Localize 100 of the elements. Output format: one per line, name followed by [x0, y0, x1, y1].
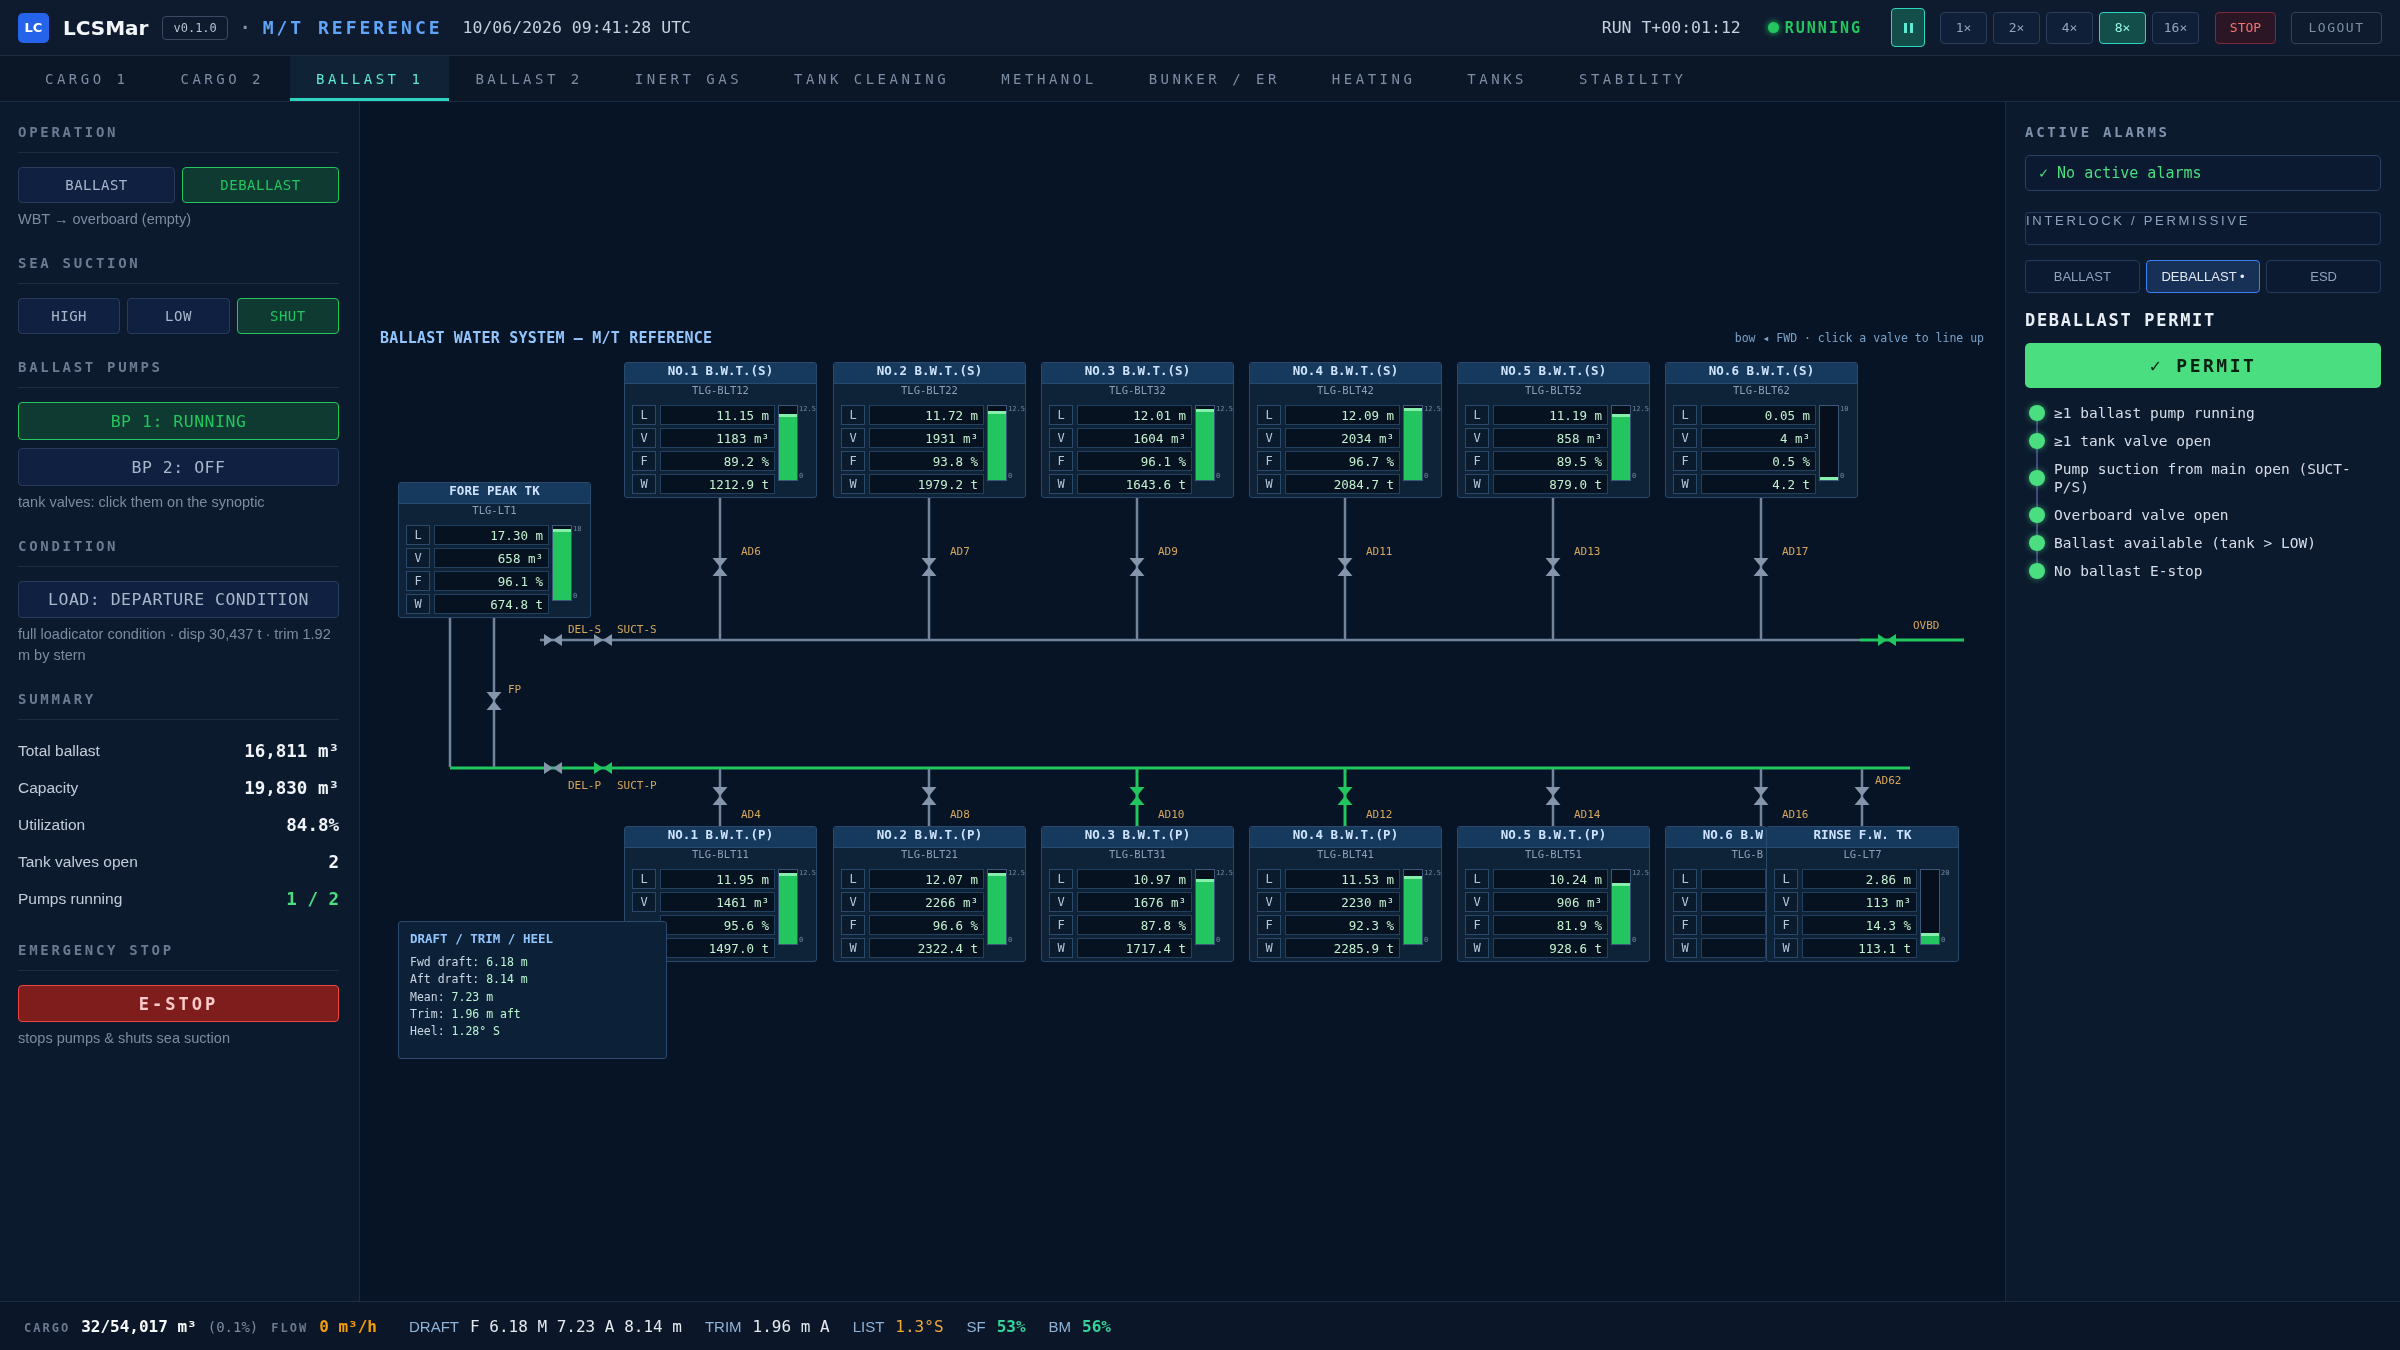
tab[interactable]: BUNKER / ER — [1122, 56, 1306, 101]
tank-name: FORE PEAK TK — [399, 483, 590, 504]
mode-button[interactable]: HIGH — [18, 298, 121, 334]
tank-name: NO.4 B.W.T.(P) — [1250, 827, 1441, 848]
speed-button[interactable]: 2× — [1993, 11, 2040, 44]
tab[interactable]: CARGO 1 — [19, 56, 155, 101]
panel-title: DRAFT / TRIM / HEEL — [410, 930, 554, 948]
section-title: EMERGENCY STOP — [18, 942, 339, 971]
valve-icon[interactable] — [1129, 787, 1145, 805]
param-value: 4 m³ — [1701, 428, 1816, 448]
e-stop-button[interactable]: E-STOP — [18, 985, 339, 1022]
param-label: V — [1465, 428, 1489, 448]
param-value: 879.0 t — [1493, 474, 1608, 494]
param-label: W — [841, 938, 865, 958]
section-title: INTERLOCK / PERMISSIVE — [2025, 212, 2381, 245]
tab[interactable]: TANK CLEANING — [768, 56, 976, 101]
valve-icon[interactable] — [594, 762, 612, 774]
param-value: 2266 m³ — [869, 892, 984, 912]
valve-icon[interactable] — [486, 692, 502, 710]
tab[interactable]: BALLAST 1 — [290, 56, 450, 101]
valve-icon[interactable] — [1753, 787, 1769, 805]
valve-icon[interactable] — [1854, 787, 1870, 805]
valve-icon[interactable] — [1545, 787, 1561, 805]
valve-icon[interactable] — [1337, 558, 1353, 576]
status-label: DRAFT — [409, 1317, 459, 1335]
diagram-title: BALLAST WATER SYSTEM — M/T REFERENCE — [380, 328, 713, 348]
pause-button[interactable] — [1891, 8, 1925, 47]
tab[interactable]: INERT GAS — [608, 56, 769, 101]
status-extra: (0.1%) — [207, 1318, 259, 1335]
valve-icon[interactable] — [1337, 787, 1353, 805]
pump-button[interactable]: BP 1: RUNNING — [18, 402, 339, 440]
valve-icon[interactable] — [1878, 634, 1896, 646]
load-condition-button[interactable]: LOAD: DEPARTURE CONDITION — [18, 581, 339, 618]
param-label: V — [1257, 892, 1281, 912]
tab[interactable]: STABILITY — [1553, 56, 1713, 101]
param-label: W — [841, 474, 865, 494]
tab[interactable]: TANKS — [1441, 56, 1553, 101]
param-value: 96.1 % — [434, 571, 549, 591]
valve-icon[interactable] — [1545, 558, 1561, 576]
valve-icon[interactable] — [921, 787, 937, 805]
param-value: 0.5 % — [1701, 451, 1816, 471]
valve-icon[interactable] — [712, 558, 728, 576]
param-label: L — [1673, 405, 1697, 425]
status-label: BM — [1048, 1317, 1072, 1335]
param-value: 96.6 % — [869, 915, 984, 935]
param-label: F — [1774, 915, 1798, 935]
speed-button[interactable]: 4× — [2046, 11, 2093, 44]
summary-label: Pumps running — [18, 889, 123, 908]
logout-button[interactable]: LOGOUT — [2291, 11, 2382, 44]
section-title: CONDITION — [18, 538, 339, 567]
mode-button[interactable]: SHUT — [236, 298, 339, 334]
tab[interactable]: METHANOL — [975, 56, 1123, 101]
param-label: V — [1465, 892, 1489, 912]
param-label: V — [632, 428, 656, 448]
valve-icon[interactable] — [544, 634, 562, 646]
interlock-tab[interactable]: ESD — [2266, 260, 2381, 293]
tank-tag: TLG-LT1 — [399, 504, 590, 523]
valve-icon[interactable] — [1753, 558, 1769, 576]
param-value: 2084.7 t — [1285, 474, 1400, 494]
param-value: 858 m³ — [1493, 428, 1608, 448]
valve-label: SUCT-S — [617, 622, 657, 636]
valve-label: DEL-S — [568, 622, 602, 636]
status-value: 1.96 m A — [752, 1316, 830, 1336]
tank-name: NO.4 B.W.T.(S) — [1250, 363, 1441, 384]
tab[interactable]: CARGO 2 — [154, 56, 291, 101]
interlock-tab[interactable]: BALLAST — [2025, 260, 2140, 293]
valve-icon[interactable] — [712, 787, 728, 805]
mode-button[interactable]: BALLAST — [18, 167, 175, 203]
status-value: F 6.18 M 7.23 A 8.14 m — [470, 1316, 682, 1336]
speed-button[interactable]: 16× — [2152, 11, 2199, 44]
param-label: F — [841, 915, 865, 935]
speed-button[interactable]: 1× — [1940, 11, 1987, 44]
section-title: BALLAST PUMPS — [18, 359, 339, 388]
draft-reading: Mean: 7.23 m — [410, 988, 495, 1006]
status-label: LIST — [852, 1317, 885, 1335]
status-value: 1.3°S — [895, 1316, 944, 1336]
section-title: ACTIVE ALARMS — [2025, 124, 2171, 141]
tab[interactable]: HEATING — [1305, 56, 1442, 101]
summary-label: Capacity — [18, 778, 79, 797]
valve-icon[interactable] — [594, 634, 612, 646]
interlock-tab[interactable]: DEBALLAST • — [2145, 260, 2261, 293]
tab[interactable]: BALLAST 2 — [449, 56, 609, 101]
param-label: L — [632, 405, 656, 425]
mode-button[interactable]: LOW — [127, 298, 230, 334]
speed-button[interactable]: 8× — [2099, 11, 2146, 44]
param-value: 12.09 m — [1285, 405, 1400, 425]
mode-button[interactable]: DEBALLAST — [182, 167, 339, 203]
tank-name: NO.5 B.W.T.(P) — [1458, 827, 1649, 848]
valve-icon[interactable] — [544, 762, 562, 774]
valve-label: AD6 — [741, 544, 761, 558]
date-time: 10/06/2026 09:41:28 UTC — [462, 18, 692, 37]
tank-tag: LG-LT7 — [1767, 848, 1958, 867]
pump-button[interactable]: BP 2: OFF — [18, 448, 339, 486]
stop-button[interactable]: STOP — [2215, 11, 2276, 44]
status-label: FLOW — [271, 1320, 309, 1335]
condition-text: Overboard valve open — [2054, 506, 2229, 524]
valve-label: AD4 — [741, 807, 761, 821]
valve-icon[interactable] — [921, 558, 937, 576]
param-label: L — [1257, 869, 1281, 889]
valve-icon[interactable] — [1129, 558, 1145, 576]
